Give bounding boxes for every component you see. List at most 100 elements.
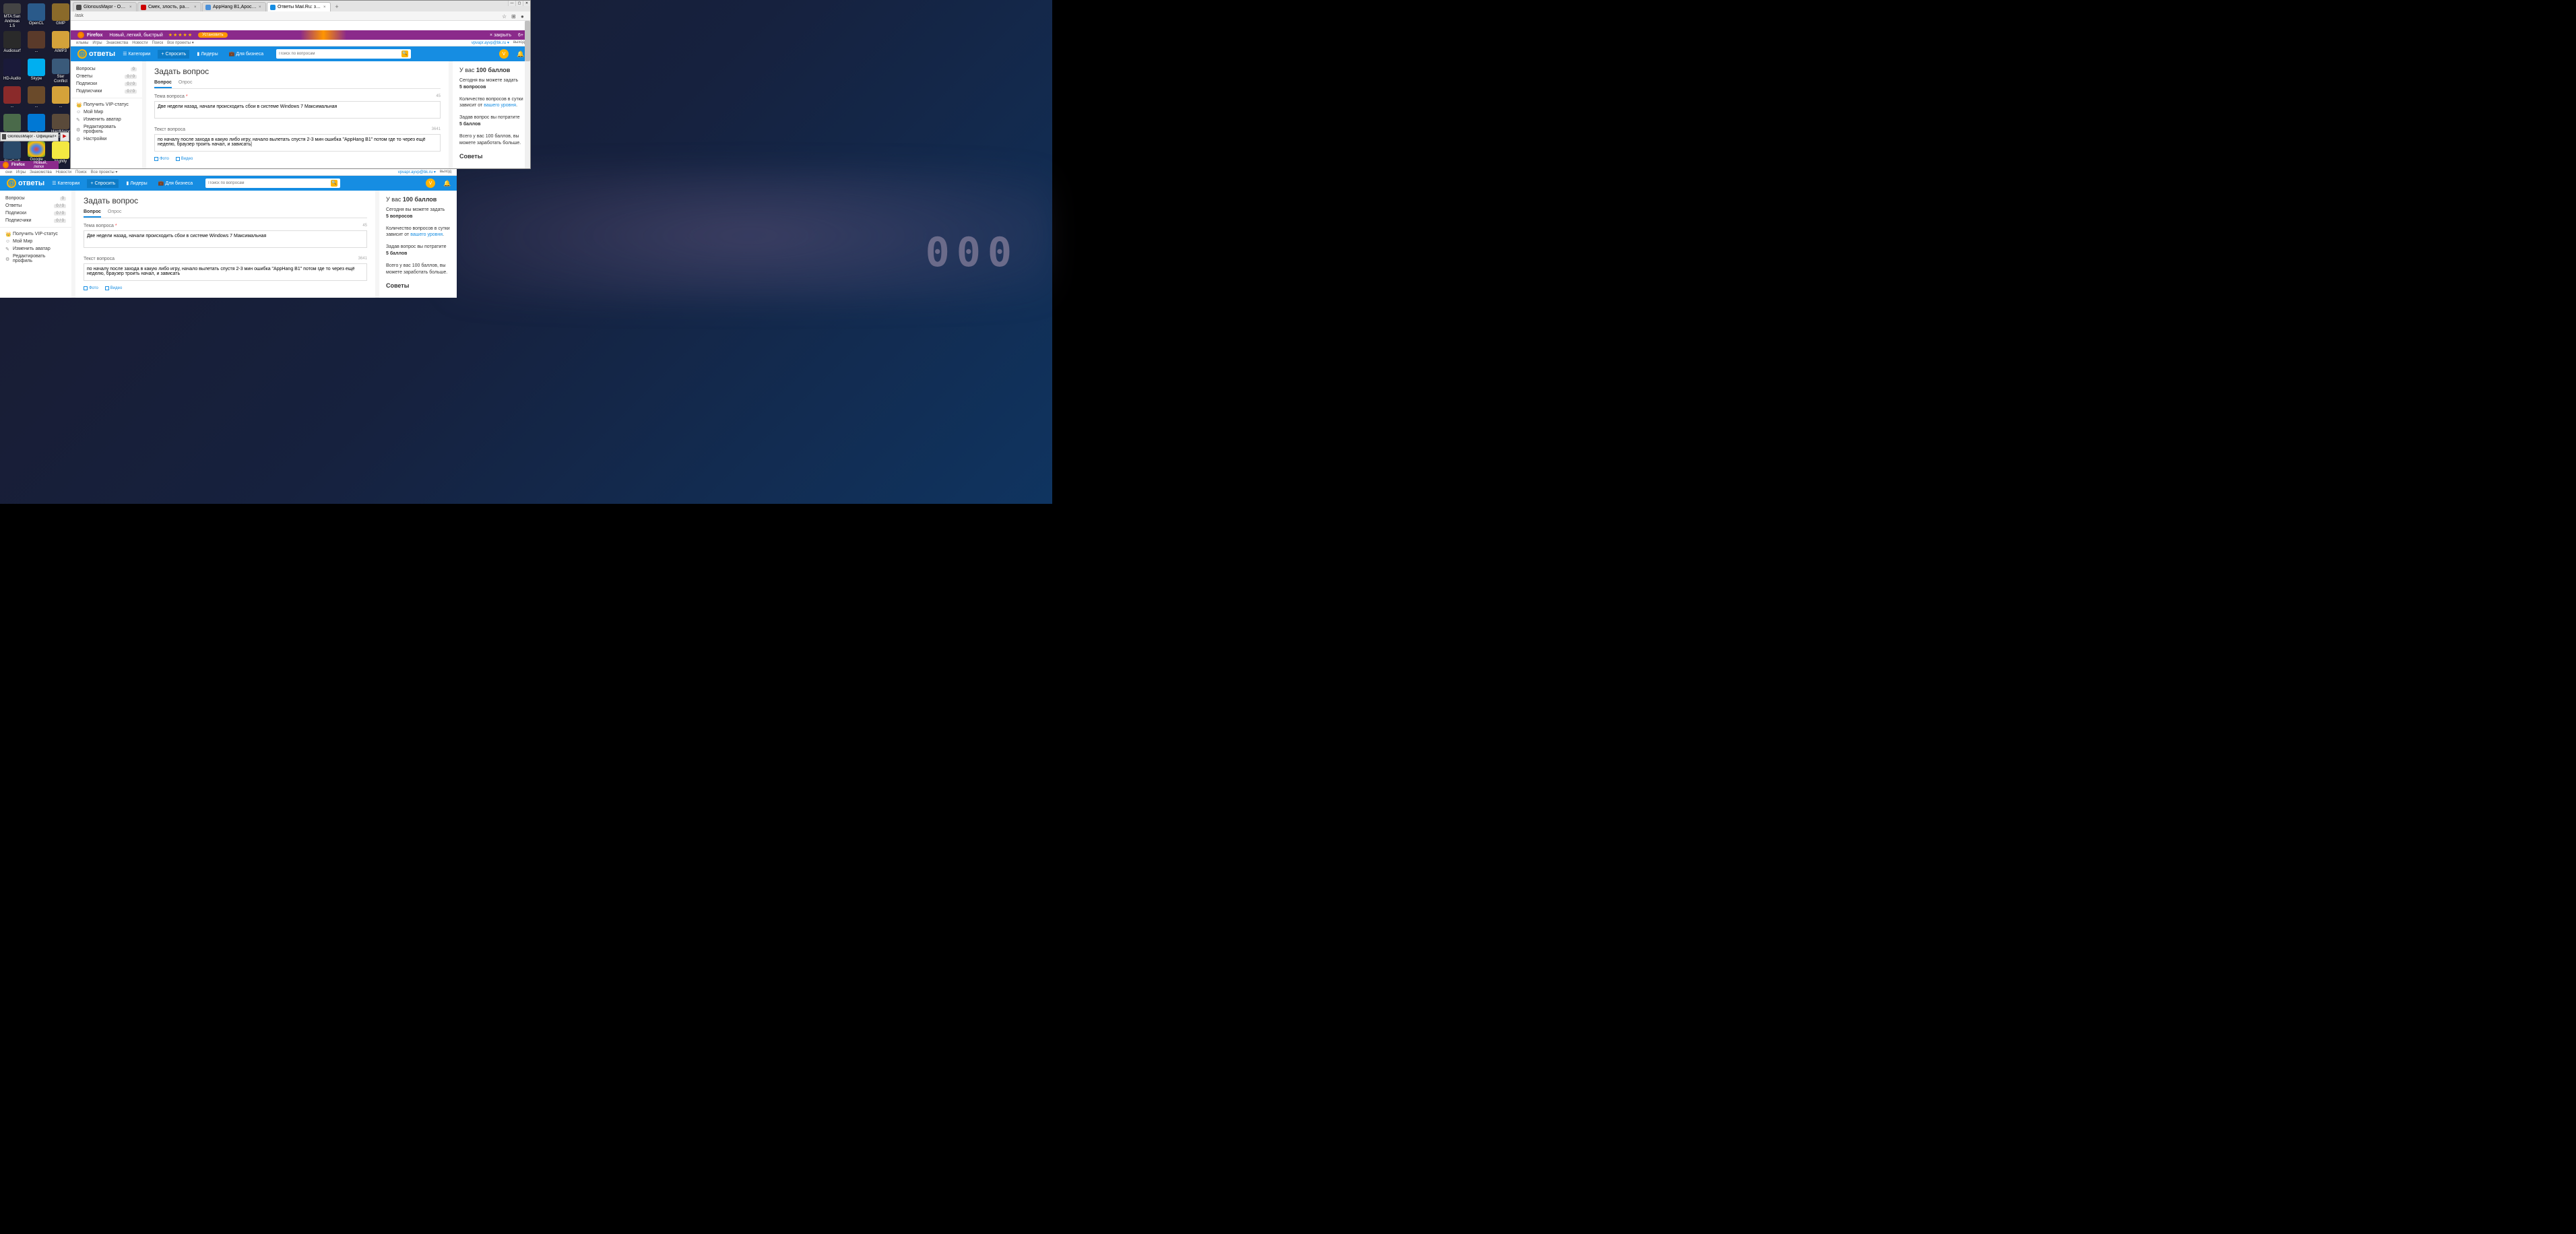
desktop-icon[interactable]: OpenCL xyxy=(26,3,46,29)
chart-icon: ▮ xyxy=(126,181,129,186)
close-button[interactable]: ✕ xyxy=(523,1,530,6)
level-link[interactable]: вашего уровня xyxy=(410,232,443,237)
nav-link[interactable]: Все проекты ▾ xyxy=(167,40,194,45)
required-marker: * xyxy=(115,224,117,228)
tab-close-icon[interactable]: × xyxy=(129,5,133,9)
sidebar-avatar[interactable]: ✎Изменить аватар xyxy=(0,245,71,253)
tab-close-icon[interactable]: × xyxy=(194,5,198,9)
sidebar-settings[interactable]: ⚙Настройки xyxy=(71,135,142,143)
nav-link[interactable]: Все проекты ▾ xyxy=(91,170,118,174)
body-input[interactable] xyxy=(154,134,441,152)
search-button[interactable]: 🔍 xyxy=(401,51,408,57)
level-link[interactable]: вашего уровня xyxy=(484,103,516,108)
search-button[interactable]: 🔍 xyxy=(331,180,337,187)
desktop-icon[interactable]: Skype xyxy=(26,59,46,84)
nav-link[interactable]: Новости xyxy=(56,170,71,174)
user-email[interactable]: vpvapr.ayvp@bk.ru ▾ xyxy=(472,40,509,45)
nav-business[interactable]: 💼Для бизнеса xyxy=(226,49,267,59)
tab-poll[interactable]: Опрос xyxy=(179,80,193,88)
bell-icon[interactable]: 🔔 xyxy=(443,180,450,187)
nav-categories[interactable]: ☰Категории xyxy=(119,49,154,59)
attach-video-button[interactable]: Видео xyxy=(176,157,193,161)
nav-categories[interactable]: ☰Категории xyxy=(49,178,83,188)
avatar[interactable]: V xyxy=(426,178,435,188)
desktop-icon[interactable]: ... xyxy=(51,86,71,112)
new-tab-button[interactable]: + xyxy=(333,3,341,11)
bell-icon[interactable]: 🔔 xyxy=(517,51,523,57)
sidebar-item-answers[interactable]: Ответы0 / 0 xyxy=(0,202,71,209)
nav-link[interactable]: Новости xyxy=(132,41,148,45)
sidebar-item-subs[interactable]: Подписки0 / 0 xyxy=(0,209,71,217)
attach-photo-button[interactable]: Фото xyxy=(84,286,98,290)
address-input[interactable] xyxy=(75,13,502,20)
scrollbar[interactable] xyxy=(525,21,530,168)
otvety-logo[interactable]: @ ответы xyxy=(7,178,44,188)
nav-link[interactable]: ильмы xyxy=(76,41,88,45)
topic-input[interactable] xyxy=(84,230,367,248)
adblock-icon[interactable]: ● xyxy=(521,13,526,19)
attach-photo-button[interactable]: Фото xyxy=(154,157,169,161)
tab-close-icon[interactable]: × xyxy=(259,5,263,9)
desktop-icon[interactable]: ... xyxy=(26,31,46,57)
sidebar-mymir[interactable]: ☺Мой Мир xyxy=(0,238,71,245)
browser-tab[interactable]: GloriousMajor - Официальная ... × xyxy=(73,2,137,11)
sidebar-item-questions[interactable]: Вопросы0 xyxy=(71,65,142,73)
sidebar-profile[interactable]: ⚙Редактировать профиль xyxy=(71,123,142,135)
desktop-icon[interactable]: HD-Audio xyxy=(2,59,22,84)
body-input[interactable] xyxy=(84,263,367,281)
extension-icon[interactable]: ⊞ xyxy=(511,13,517,19)
browser-tab-active[interactable]: Ответы Mail.Ru: задать вопрос × xyxy=(267,2,331,11)
search-input[interactable] xyxy=(279,52,400,56)
nav-link[interactable]: Знакомства xyxy=(106,41,129,45)
nav-link[interactable]: они xyxy=(5,170,12,174)
taskbar-button-youtube[interactable]: ▶ xyxy=(60,132,69,141)
desktop-icon[interactable]: GMP xyxy=(51,3,71,29)
avatar[interactable]: V xyxy=(499,49,509,59)
nav-leaders[interactable]: ▮Лидеры xyxy=(123,178,150,188)
desktop-icon[interactable]: Audiosurf xyxy=(2,31,22,57)
nav-link[interactable]: Знакомства xyxy=(30,170,52,174)
nav-link[interactable]: Игры xyxy=(16,170,26,174)
browser-tab[interactable]: Смех, злость, радость, ненавис... × xyxy=(137,2,201,11)
sidebar-item-answers[interactable]: Ответы0 / 0 xyxy=(71,73,142,80)
attach-video-button[interactable]: Видео xyxy=(105,286,123,290)
topic-input[interactable] xyxy=(154,101,441,119)
sidebar-item-followers[interactable]: Подписчики0 / 0 xyxy=(0,217,71,224)
sidebar-avatar[interactable]: ✎Изменить аватар xyxy=(71,116,142,123)
nav-ask[interactable]: +Спросить xyxy=(158,50,189,59)
sidebar-item-followers[interactable]: Подписчики0 / 0 xyxy=(71,88,142,95)
desktop-icon[interactable]: ... xyxy=(26,86,46,112)
nav-link[interactable]: Поиск xyxy=(75,170,87,174)
sidebar-profile[interactable]: ⚙Редактировать профиль xyxy=(0,253,71,265)
nav-link[interactable]: Поиск xyxy=(152,41,163,45)
logout-link[interactable]: выход xyxy=(440,170,451,174)
nav-link[interactable]: Игры xyxy=(92,41,102,45)
sidebar-item-questions[interactable]: Вопросы0 xyxy=(0,195,71,202)
minimize-button[interactable]: — xyxy=(508,1,515,6)
search-input[interactable] xyxy=(208,181,329,185)
nav-business[interactable]: 💼Для бизнеса xyxy=(155,178,197,188)
taskbar-button[interactable]: GloriousMajor - Официальная ... × xyxy=(0,132,59,141)
otvety-logo[interactable]: @ ответы xyxy=(77,49,115,59)
desktop-icon[interactable]: MTA:San Andreas 1.5 xyxy=(2,3,22,29)
maximize-button[interactable]: ▢ xyxy=(515,1,523,6)
install-button[interactable]: Установить xyxy=(198,32,228,38)
tab-question[interactable]: Вопрос xyxy=(154,80,172,88)
tab-question[interactable]: Вопрос xyxy=(84,209,101,218)
user-email[interactable]: vpvapr.ayvp@bk.ru ▾ xyxy=(398,170,436,174)
nav-ask[interactable]: +Спросить xyxy=(87,179,119,188)
browser-tab[interactable]: AppHang B1,Apocrash что это ... × xyxy=(202,2,266,11)
promo-close-button[interactable]: × закрыть xyxy=(490,33,511,38)
logout-link[interactable]: выход xyxy=(513,40,525,45)
sidebar-vip[interactable]: 👑Получить VIP-статус xyxy=(71,101,142,108)
star-icon[interactable]: ☆ xyxy=(502,13,507,19)
desktop-icon[interactable]: Star Conflict xyxy=(51,59,71,84)
nav-leaders[interactable]: ▮Лидеры xyxy=(193,49,221,59)
sidebar-mymir[interactable]: ☺Мой Мир xyxy=(71,108,142,116)
sidebar-vip[interactable]: 👑Получить VIP-статус xyxy=(0,230,71,238)
desktop-icon[interactable]: AIMP3 xyxy=(51,31,71,57)
tab-close-icon[interactable]: × xyxy=(323,5,327,9)
sidebar-item-subs[interactable]: Подписки0 / 0 xyxy=(71,80,142,88)
desktop-icon[interactable]: ... xyxy=(2,86,22,112)
tab-poll[interactable]: Опрос xyxy=(108,209,122,218)
